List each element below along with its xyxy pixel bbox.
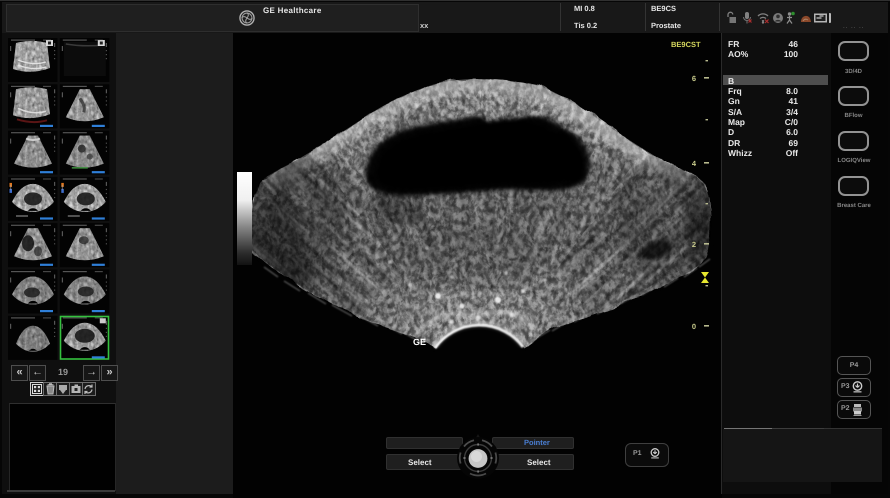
svg-text:BE9CST: BE9CST	[671, 40, 701, 49]
svg-text:GE: GE	[413, 337, 426, 347]
svg-text:4: 4	[692, 159, 697, 168]
svg-text:2: 2	[692, 240, 696, 249]
svg-text:6: 6	[692, 74, 696, 83]
svg-text:0: 0	[692, 322, 696, 331]
